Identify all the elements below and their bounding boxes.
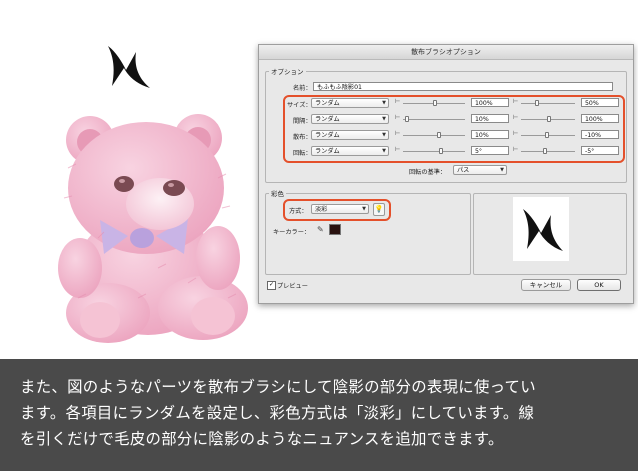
slider-max-icon: ⊢	[513, 146, 519, 153]
slider-min-icon: ⊢	[395, 98, 401, 105]
scatter-max-input[interactable]: -10%	[581, 130, 619, 139]
teddy-bear-illustration	[58, 114, 248, 343]
spacing-method-value: ランダム	[315, 116, 340, 123]
name-input[interactable]: もふもふ陰影01	[313, 82, 613, 91]
dialog-title: 散布ブラシオプション	[259, 45, 633, 60]
cancel-button[interactable]: キャンセル	[521, 279, 571, 291]
chevron-down-icon: ▼	[382, 132, 386, 138]
size-min-input[interactable]: 100%	[471, 98, 509, 107]
color-method-select[interactable]: 淡彩 ▼	[311, 204, 369, 214]
scatter-min-thumb[interactable]	[437, 132, 441, 138]
rotation-max-slider[interactable]	[521, 151, 575, 152]
chevron-down-icon: ▼	[500, 167, 504, 173]
zigzag-brush-icon	[523, 209, 563, 251]
chevron-down-icon: ▼	[382, 148, 386, 154]
caption-text: また、図のようなパーツを散布ブラシにして陰影の部分の表現に使ってい ます。各項目…	[20, 374, 624, 452]
row-label-scatter: 散布：	[293, 134, 312, 141]
options-group-label: オプション	[269, 66, 306, 76]
slider-min-icon: ⊢	[395, 114, 401, 121]
rotation-base-select[interactable]: パス ▼	[453, 165, 507, 175]
size-max-slider[interactable]	[521, 103, 575, 104]
caption-line-1: また、図のようなパーツを散布ブラシにして陰影の部分の表現に使ってい	[20, 378, 536, 396]
rotation-method-select[interactable]: ランダム ▼	[311, 146, 389, 156]
scatter-min-slider[interactable]	[403, 135, 465, 136]
size-min-thumb[interactable]	[433, 100, 437, 106]
rotation-min-thumb[interactable]	[439, 148, 443, 154]
spacing-min-thumb[interactable]	[405, 116, 409, 122]
caption-line-3: を引くだけで毛皮の部分に陰影のようなニュアンスを追加できます。	[20, 430, 504, 448]
size-method-select[interactable]: ランダム ▼	[311, 98, 389, 108]
zigzag-brush-icon	[108, 46, 150, 88]
name-label: 名前：	[293, 85, 312, 92]
size-method-value: ランダム	[315, 100, 340, 107]
color-method-value: 淡彩	[315, 206, 328, 213]
rotation-min-input[interactable]: 5°	[471, 146, 509, 155]
rotation-max-thumb[interactable]	[543, 148, 547, 154]
slider-max-icon: ⊢	[513, 130, 519, 137]
scatter-brush-options-dialog: 散布ブラシオプション オプション 名前： もふもふ陰影01 サイズ： ランダム ▼…	[258, 44, 634, 304]
rotation-min-slider[interactable]	[403, 151, 465, 152]
scatter-max-thumb[interactable]	[545, 132, 549, 138]
caption-line-2: ます。各項目にランダムを設定し、彩色方式は「淡彩」にしています。線	[20, 404, 535, 422]
slider-max-icon: ⊢	[513, 114, 519, 121]
spacing-min-input[interactable]: 10%	[471, 114, 509, 123]
slider-min-icon: ⊢	[395, 146, 401, 153]
brush-preview-swatch	[513, 197, 569, 261]
spacing-max-thumb[interactable]	[547, 116, 551, 122]
chevron-down-icon: ▼	[382, 116, 386, 122]
ok-button[interactable]: OK	[577, 279, 621, 291]
chevron-down-icon: ▼	[362, 206, 366, 212]
method-label: 方式：	[289, 208, 308, 215]
slider-max-icon: ⊢	[513, 98, 519, 105]
chevron-down-icon: ▼	[382, 100, 386, 106]
spacing-max-input[interactable]: 100%	[581, 114, 619, 123]
eyedropper-icon[interactable]: ✎	[317, 225, 324, 234]
spacing-method-select[interactable]: ランダム ▼	[311, 114, 389, 124]
preview-checkbox[interactable]: ✓	[267, 281, 276, 290]
rotation-max-input[interactable]: -5°	[581, 146, 619, 155]
info-bulb-icon[interactable]: 💡	[373, 203, 385, 216]
row-label-spacing: 間隔：	[293, 118, 312, 125]
spacing-min-slider[interactable]	[403, 119, 465, 120]
preview-label: プレビュー	[277, 283, 308, 290]
scatter-method-value: ランダム	[315, 132, 340, 139]
rotation-method-value: ランダム	[315, 148, 340, 155]
row-label-size: サイズ：	[287, 102, 312, 109]
slider-min-icon: ⊢	[395, 130, 401, 137]
key-color-label: キーカラー：	[273, 229, 311, 236]
scatter-min-input[interactable]: 10%	[471, 130, 509, 139]
size-max-thumb[interactable]	[535, 100, 539, 106]
size-max-input[interactable]: 50%	[581, 98, 619, 107]
key-color-swatch[interactable]	[329, 224, 341, 235]
row-label-rotation: 回転：	[293, 150, 312, 157]
rotation-base-value: パス	[457, 167, 470, 174]
rotation-base-label: 回転の基準：	[409, 169, 447, 176]
color-group-label: 彩色	[269, 188, 286, 198]
scatter-method-select[interactable]: ランダム ▼	[311, 130, 389, 140]
